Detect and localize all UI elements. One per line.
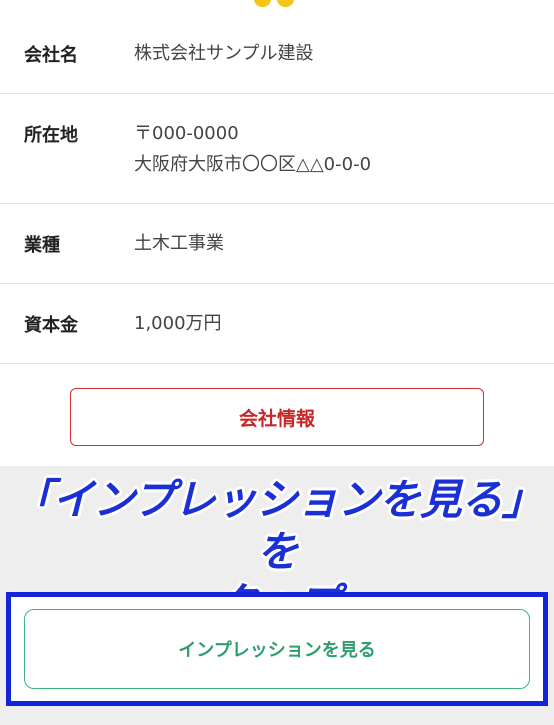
info-row-company-name: 会社名 株式会社サンプル建設 xyxy=(0,14,554,94)
address-line: 大阪府大阪市〇〇区△△0-0-0 xyxy=(134,154,372,175)
info-row-capital: 資本金 1,000万円 xyxy=(0,284,554,364)
view-impressions-button[interactable]: インプレッションを見る xyxy=(24,609,530,689)
company-info-button[interactable]: 会社情報 xyxy=(70,388,484,446)
row-value: 1,000万円 xyxy=(134,313,222,334)
postal-code: 〒000-0000 xyxy=(134,123,239,144)
top-decoration-icon xyxy=(252,0,300,10)
info-row-industry: 業種 土木工事業 xyxy=(0,204,554,284)
row-value: 土木工事業 xyxy=(134,233,224,254)
info-row-address: 所在地 〒000-0000 大阪府大阪市〇〇区△△0-0-0 xyxy=(0,94,554,204)
instruction-line-1: 「インプレッションを見る」を xyxy=(11,475,544,576)
row-label: 会社名 xyxy=(24,45,78,66)
row-label: 業種 xyxy=(24,235,60,256)
row-value: 株式会社サンプル建設 xyxy=(134,43,314,64)
row-label: 所在地 xyxy=(24,125,78,146)
row-label: 資本金 xyxy=(24,315,78,336)
